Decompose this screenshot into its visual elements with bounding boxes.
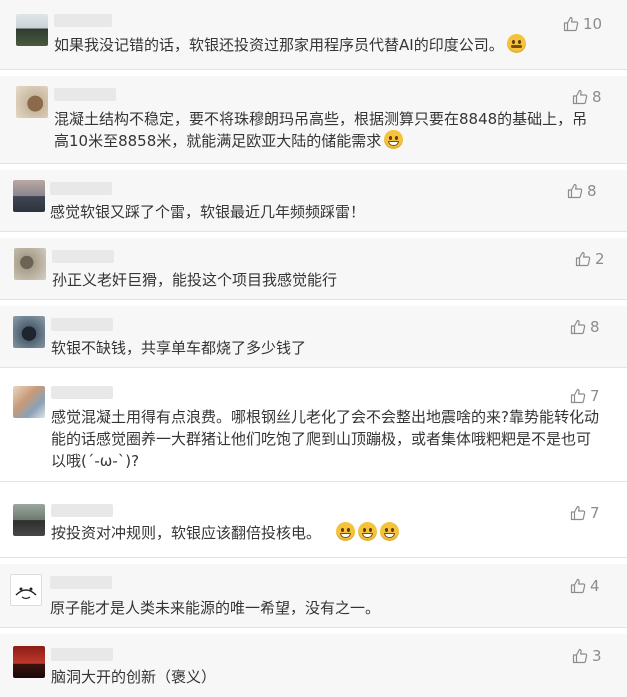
like-count: 3 xyxy=(592,647,602,665)
doodle-face-icon xyxy=(15,587,37,600)
like-count: 2 xyxy=(595,250,605,268)
like-button[interactable]: 7 xyxy=(570,387,600,405)
comment-list: 10 如果我没记错的话，软银还投资过那家用程序员代替AI的印度公司。 8 混凝土… xyxy=(0,0,627,697)
like-button[interactable]: 8 xyxy=(567,182,597,200)
username[interactable] xyxy=(51,386,113,399)
username[interactable] xyxy=(50,182,112,195)
comment-item: 8 软银不缺钱，共享单车都烧了多少钱了 xyxy=(0,306,627,368)
comment-text: 如果我没记错的话，软银还投资过那家用程序员代替AI的印度公司。 xyxy=(54,34,594,56)
thumbs-up-icon xyxy=(570,505,586,521)
username[interactable] xyxy=(51,318,113,331)
avatar[interactable] xyxy=(16,14,48,46)
like-button[interactable]: 7 xyxy=(570,504,600,522)
thumbs-up-icon xyxy=(570,578,586,594)
username[interactable] xyxy=(52,250,114,263)
comment-text: 按投资对冲规则，软银应该翻倍投核电。 xyxy=(51,522,596,544)
smirk-emoji-icon xyxy=(506,34,526,53)
like-button[interactable]: 2 xyxy=(575,250,605,268)
comment-item: 7 按投资对冲规则，软银应该翻倍投核电。 xyxy=(0,488,627,558)
username[interactable] xyxy=(51,504,113,517)
username[interactable] xyxy=(50,576,112,589)
thumbs-up-icon xyxy=(567,183,583,199)
avatar[interactable] xyxy=(13,646,45,678)
like-count: 7 xyxy=(590,504,600,522)
comment-item: 3 脑洞大开的创新（褒义） xyxy=(0,634,627,697)
comment-item: 10 如果我没记错的话，软银还投资过那家用程序员代替AI的印度公司。 xyxy=(0,0,627,70)
thumbs-up-icon xyxy=(572,89,588,105)
like-button[interactable]: 8 xyxy=(572,88,602,106)
grin-emoji-icon xyxy=(379,522,399,541)
avatar[interactable] xyxy=(13,180,45,212)
avatar[interactable] xyxy=(16,86,48,118)
username[interactable] xyxy=(51,648,113,661)
like-count: 4 xyxy=(590,577,600,595)
comment-text: 原子能才是人类未来能源的唯一希望，没有之一。 xyxy=(50,599,381,617)
comment-item: 8 感觉软银又踩了个雷，软银最近几年频频踩雷！ xyxy=(0,170,627,232)
avatar[interactable] xyxy=(10,574,42,606)
like-button[interactable]: 3 xyxy=(572,647,602,665)
grin-emoji-icon xyxy=(335,522,355,541)
like-button[interactable]: 4 xyxy=(570,577,600,595)
comment-text: 脑洞大开的创新（褒义） xyxy=(51,668,217,686)
like-count: 8 xyxy=(592,88,602,106)
like-count: 8 xyxy=(587,182,597,200)
avatar[interactable] xyxy=(13,316,45,348)
comment-text: 软银不缺钱，共享单车都烧了多少钱了 xyxy=(51,339,307,357)
avatar[interactable] xyxy=(13,386,45,418)
grin-emoji-icon xyxy=(357,522,377,541)
thumbs-up-icon xyxy=(563,16,579,32)
comment-item: 4 原子能才是人类未来能源的唯一希望，没有之一。 xyxy=(0,564,627,628)
thumbs-up-icon xyxy=(575,251,591,267)
username[interactable] xyxy=(54,14,112,27)
avatar[interactable] xyxy=(13,504,45,536)
like-button[interactable]: 8 xyxy=(570,318,600,336)
like-count: 8 xyxy=(590,318,600,336)
thumbs-up-icon xyxy=(570,319,586,335)
comment-item: 7 感觉混凝土用得有点浪费。哪根钢丝儿老化了会不会整出地震啥的来?靠势能转化动能… xyxy=(0,374,627,482)
comment-item: 8 混凝土结构不稳定，要不将珠穆朗玛吊高些，根据测算只要在8848的基础上，吊高… xyxy=(0,76,627,164)
comment-text: 孙正义老奸巨猾，能投这个项目我感觉能行 xyxy=(52,271,338,289)
comment-text: 感觉混凝土用得有点浪费。哪根钢丝儿老化了会不会整出地震啥的来?靠势能转化动能的话… xyxy=(51,408,599,470)
thumbs-up-icon xyxy=(572,648,588,664)
like-count: 10 xyxy=(583,15,603,33)
comment-text: 混凝土结构不稳定，要不将珠穆朗玛吊高些，根据测算只要在8848的基础上，吊高10… xyxy=(54,110,588,150)
comment-text: 感觉软银又踩了个雷，软银最近几年频频踩雷！ xyxy=(50,203,366,221)
grin-emoji-icon xyxy=(384,130,404,149)
avatar[interactable] xyxy=(14,248,46,280)
comment-item: 2 孙正义老奸巨猾，能投这个项目我感觉能行 xyxy=(0,238,627,300)
like-button[interactable]: 10 xyxy=(563,15,602,33)
username[interactable] xyxy=(54,88,116,101)
like-count: 7 xyxy=(590,387,600,405)
thumbs-up-icon xyxy=(570,388,586,404)
